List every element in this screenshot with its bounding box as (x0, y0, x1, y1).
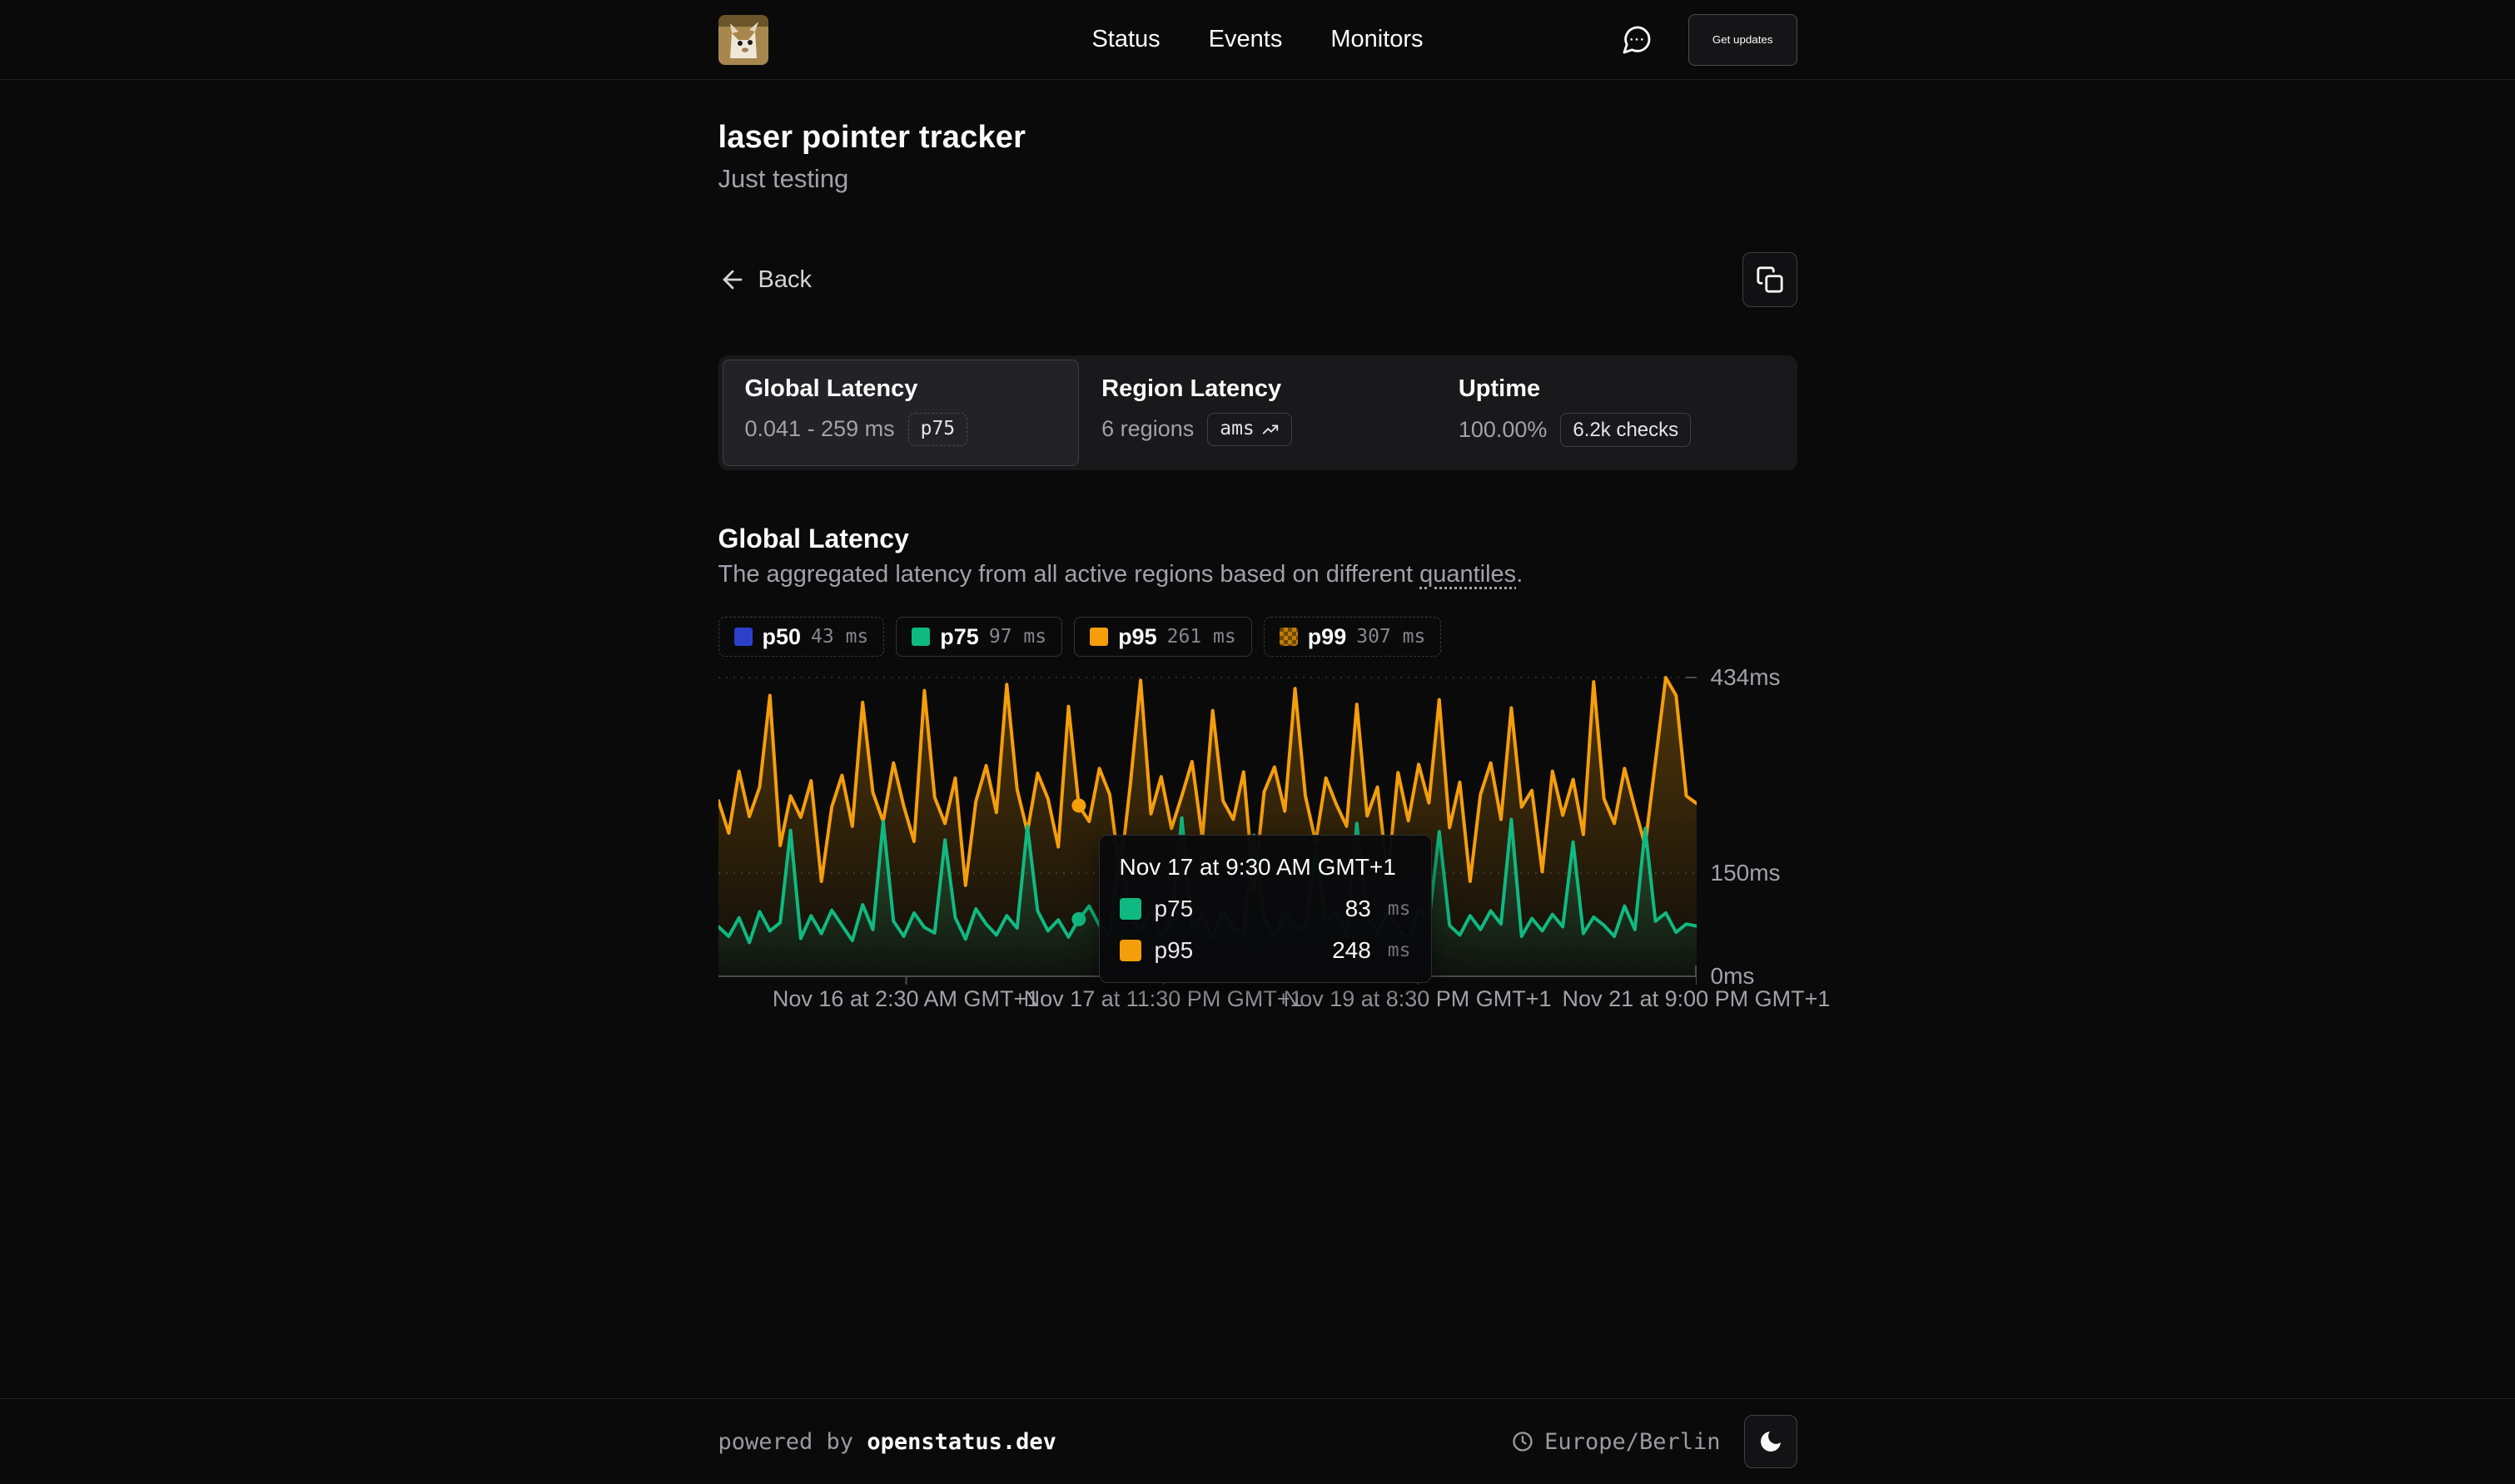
nav-link-status[interactable]: Status (1091, 26, 1160, 53)
feedback-chat-button[interactable] (1618, 22, 1655, 58)
cat-logo[interactable] (718, 15, 768, 65)
tab-title: Global Latency (745, 375, 1057, 403)
chat-bubble-icon (1620, 23, 1653, 57)
p50-swatch (734, 628, 753, 646)
copy-icon (1756, 266, 1784, 294)
clock-icon (1511, 1430, 1534, 1453)
p95-swatch (1120, 940, 1141, 961)
legend-chip-p75[interactable]: p75 97 ms (896, 617, 1062, 657)
nav-link-events[interactable]: Events (1209, 26, 1283, 53)
timezone: Europe/Berlin (1511, 1429, 1720, 1455)
quantile-badge: p75 (908, 413, 968, 446)
latency-chart: 434ms 150ms 0ms Nov 16 at 2:30 AM GMT+1 … (718, 670, 1797, 1025)
get-updates-button[interactable]: Get updates (1688, 14, 1797, 66)
x-axis-tick-label: Nov 17 at 11:30 PM GMT+1 (1024, 986, 1303, 1012)
page-title: laser pointer tracker (718, 120, 1797, 156)
tooltip-row-p75: p75 83 ms (1120, 896, 1411, 922)
legend-chip-p99[interactable]: p99 307 ms (1264, 617, 1442, 657)
tab-title: Uptime (1459, 375, 1771, 403)
tooltip-timestamp: Nov 17 at 9:30 AM GMT+1 (1120, 854, 1411, 881)
metric-tabs: Global Latency 0.041 - 259 ms p75 Region… (718, 355, 1797, 470)
chart-tooltip: Nov 17 at 9:30 AM GMT+1 p75 83 ms p95 24… (1099, 835, 1432, 983)
chart-legend: p50 43 ms p75 97 ms p95 261 ms p99 307 m… (718, 617, 1797, 657)
tab-uptime[interactable]: Uptime 100.00% 6.2k checks (1436, 360, 1793, 466)
back-label: Back (758, 266, 812, 294)
p99-swatch (1280, 628, 1298, 646)
status-page-main: laser pointer tracker Just testing Back … (718, 80, 1797, 1398)
tab-value: 6 regions (1101, 416, 1194, 442)
p75-swatch (912, 628, 930, 646)
moon-icon (1757, 1428, 1784, 1455)
y-axis-tick-label: 434ms (1711, 664, 1781, 691)
quantiles-link[interactable]: quantiles (1419, 561, 1516, 588)
cat-logo-image (718, 15, 768, 65)
legend-chip-p95[interactable]: p95 261 ms (1074, 617, 1252, 657)
y-axis-tick-label: 150ms (1711, 860, 1781, 886)
tab-value: 0.041 - 259 ms (745, 416, 895, 442)
back-link[interactable]: Back (718, 266, 812, 294)
timezone-label: Europe/Berlin (1544, 1429, 1720, 1455)
page-subtitle: Just testing (718, 164, 1797, 194)
nav-links: Status Events Monitors (1091, 26, 1423, 53)
tab-global-latency[interactable]: Global Latency 0.041 - 259 ms p75 (723, 360, 1080, 466)
checks-badge: 6.2k checks (1560, 413, 1691, 447)
theme-toggle-button[interactable] (1744, 1415, 1797, 1468)
arrow-left-icon (718, 266, 747, 294)
legend-chip-p50[interactable]: p50 43 ms (718, 617, 885, 657)
top-nav: Status Events Monitors Get updates (0, 0, 2515, 80)
p75-swatch (1120, 898, 1141, 920)
page-footer: powered by openstatus.dev Europe/Berlin (0, 1398, 2515, 1484)
tab-title: Region Latency (1101, 375, 1414, 403)
tab-region-latency[interactable]: Region Latency 6 regions ams (1079, 360, 1436, 466)
x-axis-tick-label: Nov 16 at 2:30 AM GMT+1 (773, 986, 1039, 1012)
trend-up-icon (1261, 420, 1280, 439)
openstatus-link[interactable]: openstatus.dev (867, 1429, 1056, 1455)
copy-link-button[interactable] (1742, 252, 1797, 307)
tooltip-row-p95: p95 248 ms (1120, 937, 1411, 964)
section-title: Global Latency (718, 524, 1797, 554)
region-badge: ams (1207, 413, 1292, 446)
hover-dot-p75 (1071, 912, 1086, 926)
x-axis-tick-label: Nov 21 at 9:00 PM GMT+1 (1563, 986, 1831, 1012)
p95-swatch (1090, 628, 1108, 646)
nav-link-monitors[interactable]: Monitors (1330, 26, 1423, 53)
hover-dot-p95 (1071, 799, 1086, 813)
section-description: The aggregated latency from all active r… (718, 561, 1797, 588)
tab-value: 100.00% (1459, 417, 1548, 443)
x-axis-tick-label: Nov 19 at 8:30 PM GMT+1 (1284, 986, 1552, 1012)
powered-by: powered by openstatus.dev (718, 1429, 1056, 1455)
